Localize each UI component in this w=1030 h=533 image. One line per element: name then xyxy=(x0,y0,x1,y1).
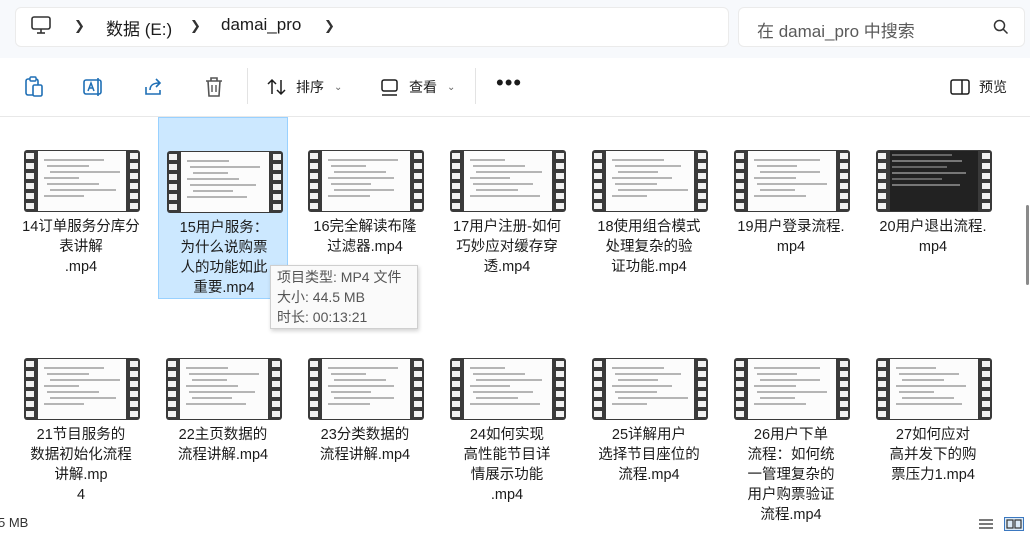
video-thumbnail xyxy=(592,150,708,212)
video-thumbnail xyxy=(592,358,708,420)
toolbar-divider xyxy=(475,68,476,104)
preview-pane-icon xyxy=(950,79,970,95)
search-placeholder: 在 damai_pro 中搜索 xyxy=(757,22,915,41)
chevron-right-icon[interactable]: ❯ xyxy=(190,18,201,34)
file-name: 26用户下单 流程：如何统 一管理复杂的 用户购票验证 流程.mp4 xyxy=(747,427,835,523)
file-name: 25详解用户 选择节目座位的 流程.mp4 xyxy=(598,427,700,483)
scrollbar-thumb[interactable] xyxy=(1026,205,1029,285)
this-pc-icon[interactable] xyxy=(30,14,52,36)
preview-label: 预览 xyxy=(979,79,1007,95)
file-item[interactable]: 21节目服务的 数据初始化流程 讲解.mp 4 xyxy=(16,325,146,507)
file-item[interactable]: 25详解用户 选择节目座位的 流程.mp4 xyxy=(584,325,714,507)
breadcrumb-folder[interactable]: damai_pro xyxy=(221,15,301,35)
search-input[interactable]: 在 damai_pro 中搜索 xyxy=(738,7,1025,47)
tooltip-type: 项目类型: MP4 文件 xyxy=(277,269,402,285)
command-bar: 排序 ⌄ 查看 ⌄ ••• 预览 xyxy=(0,58,1030,117)
view-label: 查看 xyxy=(409,79,437,95)
file-name: 19用户登录流程. mp4 xyxy=(737,219,845,255)
file-tooltip: 项目类型: MP4 文件 大小: 44.5 MB 时长: 00:13:21 xyxy=(270,265,418,329)
tooltip-size: 大小: 44.5 MB xyxy=(277,289,365,305)
file-name: 24如何实现 高性能节目详 情展示功能 .mp4 xyxy=(463,427,551,503)
file-item[interactable]: 27如何应对 高并发下的购 票压力1.mp4 xyxy=(868,325,998,507)
toolbar-divider xyxy=(247,68,248,104)
file-grid: 14订单服务分库分表讲解 .mp4 15用户服务： 为什么说购票 人的功能如此 重要.m… xyxy=(0,117,1020,523)
more-options-button[interactable]: ••• xyxy=(496,72,522,94)
video-thumbnail xyxy=(876,150,992,212)
view-icon xyxy=(381,79,398,96)
rename-icon[interactable] xyxy=(82,75,106,99)
status-bar: 5 MB xyxy=(0,513,1030,533)
tiles-view-icon[interactable] xyxy=(1004,517,1024,531)
file-item[interactable]: 26用户下单 流程：如何统 一管理复杂的 用户购票验证 流程.mp4 xyxy=(726,325,856,523)
view-button[interactable]: 查看 ⌄ xyxy=(379,72,455,102)
video-thumbnail xyxy=(450,150,566,212)
search-icon xyxy=(993,19,1009,35)
file-name: 23分类数据的 流程讲解.mp4 xyxy=(319,427,411,463)
file-name: 20用户退出流程. mp4 xyxy=(879,219,987,255)
share-icon[interactable] xyxy=(142,75,166,99)
file-name: 22主页数据的 流程讲解.mp4 xyxy=(177,427,269,463)
video-thumbnail xyxy=(24,150,140,212)
chevron-right-icon[interactable]: ❯ xyxy=(74,18,85,34)
video-thumbnail xyxy=(734,358,850,420)
file-item[interactable]: 22主页数据的 流程讲解.mp4 xyxy=(158,325,288,507)
sort-icon xyxy=(267,78,286,96)
video-thumbnail xyxy=(450,358,566,420)
file-name: 17用户注册-如何 巧妙应对缓存穿 透.mp4 xyxy=(453,219,561,275)
scrollbar[interactable] xyxy=(1020,117,1030,513)
file-item[interactable]: 17用户注册-如何 巧妙应对缓存穿 透.mp4 xyxy=(442,117,572,299)
address-bar-region: ❯ 数据 (E:) ❯ damai_pro ❯ 在 damai_pro 中搜索 xyxy=(0,0,1030,58)
file-name: 16完全解读布隆 过滤器.mp4 xyxy=(313,219,417,255)
video-thumbnail xyxy=(734,150,850,212)
file-name: 18使用组合模式 处理复杂的验 证功能.mp4 xyxy=(597,219,701,275)
sort-button[interactable]: 排序 ⌄ xyxy=(266,72,342,102)
file-item[interactable]: 14订单服务分库分表讲解 .mp4 xyxy=(16,117,146,299)
chevron-right-icon[interactable]: ❯ xyxy=(324,18,335,34)
file-item[interactable]: 24如何实现 高性能节目详 情展示功能 .mp4 xyxy=(442,325,572,507)
file-item[interactable]: 20用户退出流程. mp4 xyxy=(868,117,998,299)
file-item[interactable]: 15用户服务： 为什么说购票 人的功能如此 重要.mp4 xyxy=(158,117,288,299)
preview-pane-button[interactable]: 预览 xyxy=(949,72,1007,102)
breadcrumb-drive[interactable]: 数据 (E:) xyxy=(106,15,172,40)
video-thumbnail xyxy=(167,151,283,213)
clipboard-icon[interactable] xyxy=(22,75,46,99)
file-name: 21节目服务的 数据初始化流程 讲解.mp 4 xyxy=(30,427,132,503)
file-item[interactable]: 23分类数据的 流程讲解.mp4 xyxy=(300,325,430,507)
tooltip-duration: 时长: 00:13:21 xyxy=(277,309,368,325)
sort-label: 排序 xyxy=(296,79,324,95)
video-thumbnail xyxy=(166,358,282,420)
details-view-icon[interactable] xyxy=(978,517,994,531)
video-thumbnail xyxy=(24,358,140,420)
file-name: 27如何应对 高并发下的购 票压力1.mp4 xyxy=(889,427,977,483)
delete-icon[interactable] xyxy=(202,75,226,99)
chevron-down-icon: ⌄ xyxy=(334,81,343,93)
file-item[interactable]: 19用户登录流程. mp4 xyxy=(726,117,856,299)
file-name: 14订单服务分库分表讲解 .mp4 xyxy=(22,219,140,275)
chevron-down-icon: ⌄ xyxy=(447,81,456,93)
video-thumbnail xyxy=(308,150,424,212)
video-thumbnail xyxy=(308,358,424,420)
status-text: 5 MB xyxy=(0,515,29,530)
video-thumbnail xyxy=(876,358,992,420)
file-item[interactable]: 18使用组合模式 处理复杂的验 证功能.mp4 xyxy=(584,117,714,299)
